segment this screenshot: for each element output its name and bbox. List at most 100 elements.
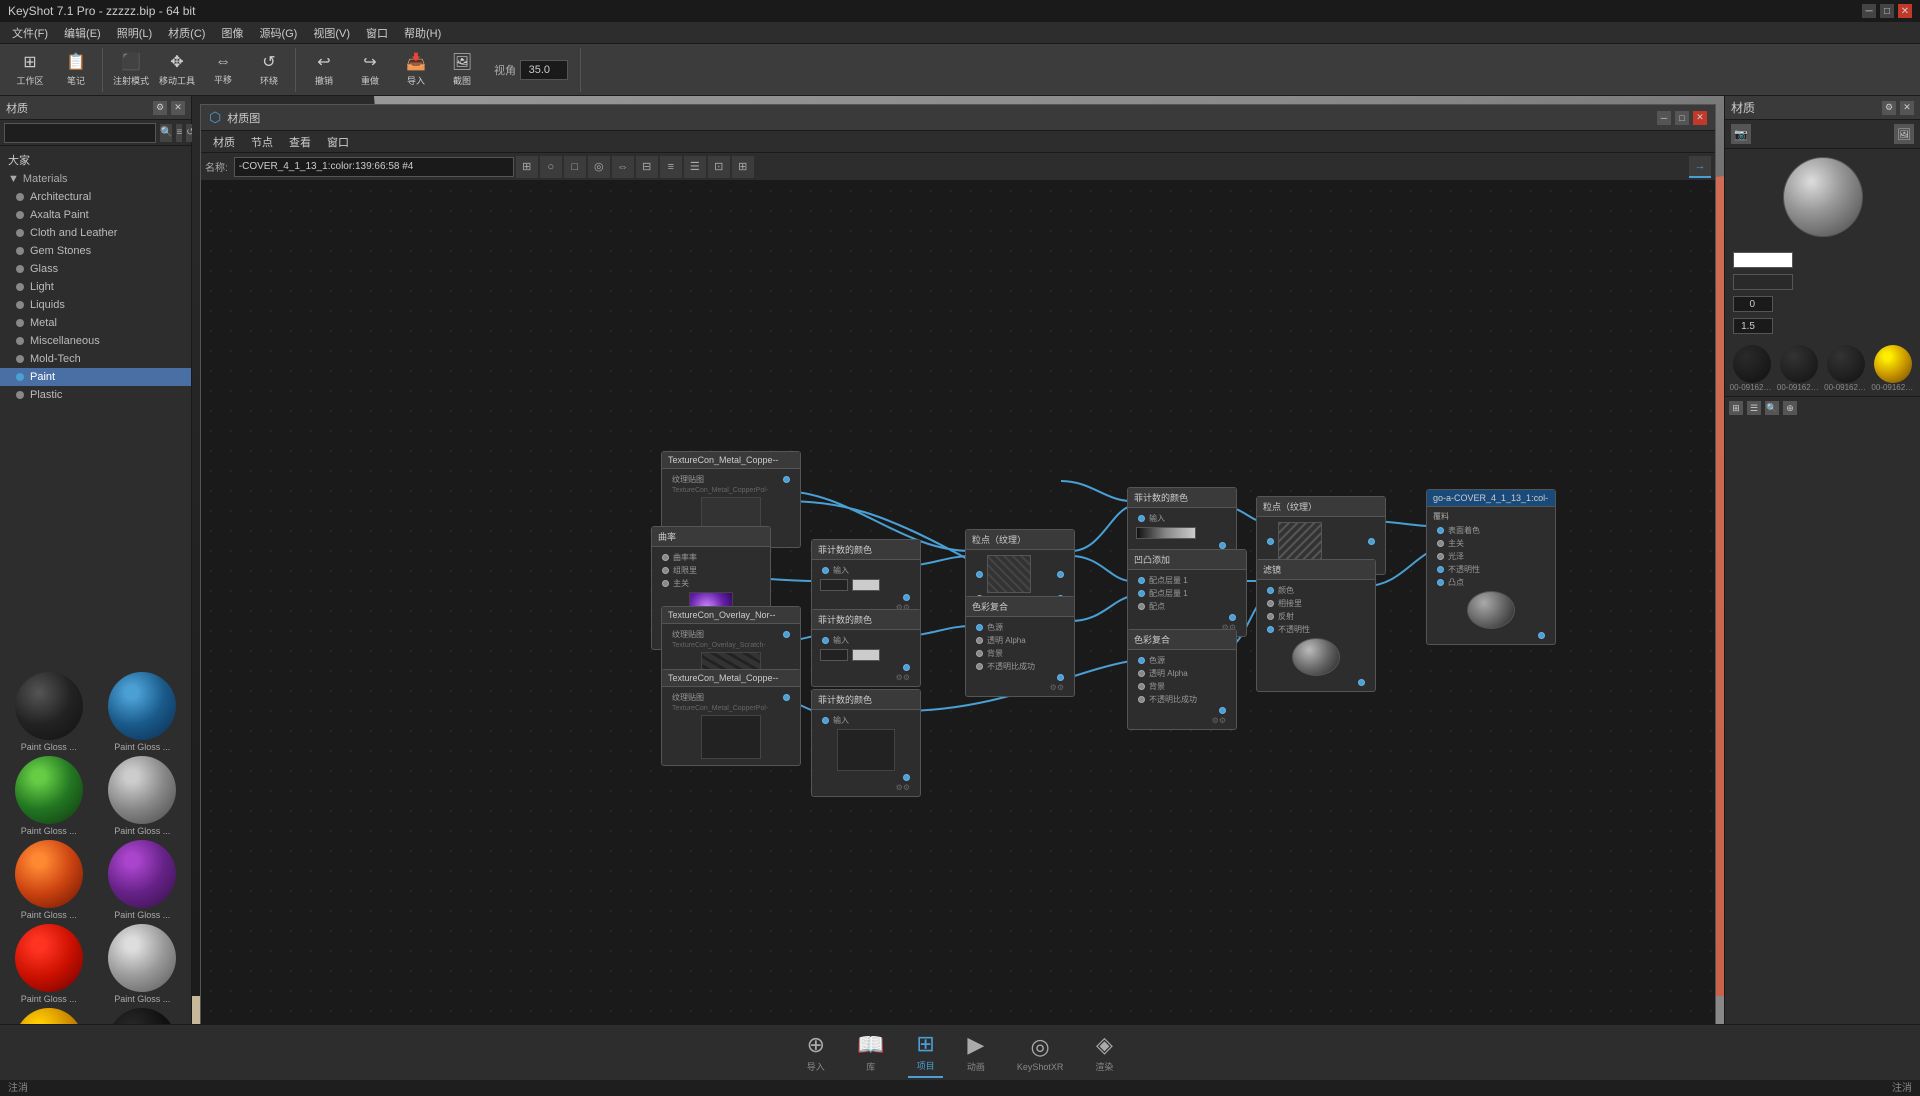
bottom-import-button[interactable]: ⊕ 导入 <box>799 1028 833 1077</box>
menu-edit[interactable]: 编辑(E) <box>56 23 109 43</box>
right-search-button[interactable]: 🔍 <box>1765 401 1779 415</box>
color-swatch-light[interactable] <box>852 649 880 661</box>
move-button[interactable]: ✥ 移动工具 <box>155 49 199 91</box>
node-multiply-1[interactable]: 色彩复合 色源 透明 Alpha 背景 <box>965 596 1075 697</box>
graph-maximize-button[interactable]: □ <box>1675 111 1689 125</box>
right-material-2[interactable]: 00-091627-... <box>1824 345 1869 392</box>
bottom-project-button[interactable]: ⊞ 项目 <box>908 1027 942 1078</box>
menu-view[interactable]: 视图(V) <box>305 23 358 43</box>
input-port[interactable] <box>822 637 829 644</box>
right-add-button[interactable]: ⊕ <box>1783 401 1797 415</box>
menu-lighting[interactable]: 照明(L) <box>109 23 160 43</box>
bottom-library-button[interactable]: 📖 库 <box>849 1028 892 1077</box>
right-grid-button[interactable]: ⊞ <box>1729 401 1743 415</box>
pan-button[interactable]: ⇔ 平移 <box>201 49 245 91</box>
material-item-6[interactable]: Paint Gloss ... <box>4 924 94 1004</box>
output-port[interactable] <box>1368 538 1375 545</box>
input-port[interactable] <box>976 637 983 644</box>
material-name-input[interactable] <box>234 157 514 177</box>
material-item-5[interactable]: Paint Gloss ... <box>98 840 188 920</box>
zoom-input[interactable] <box>520 60 568 80</box>
material-item-4[interactable]: Paint Gloss ... <box>4 840 94 920</box>
menu-image[interactable]: 图像 <box>213 23 251 43</box>
workspace-button[interactable]: ⊞ 工作区 <box>8 49 52 91</box>
input-port[interactable] <box>1437 579 1444 586</box>
color-swatch-dark[interactable] <box>820 579 848 591</box>
graph-tb-square-button[interactable]: □ <box>564 156 586 178</box>
color-swatch-light[interactable] <box>852 579 880 591</box>
node-fresnel-color-3[interactable]: 菲计数的颜色 输入 <box>811 609 921 687</box>
output-port[interactable] <box>783 694 790 701</box>
right-panel-settings-button[interactable]: ⚙ <box>1882 101 1896 115</box>
graph-tb-select-button[interactable]: ⊞ <box>732 156 754 178</box>
output-port[interactable] <box>783 476 790 483</box>
node-texture-3[interactable]: TextureCon_Metal_Coppe-- 纹理贴图 TextureCon… <box>661 669 801 766</box>
output-port[interactable] <box>783 631 790 638</box>
graph-close-button[interactable]: ✕ <box>1693 111 1707 125</box>
input-port[interactable] <box>1138 603 1145 610</box>
tree-materials-expand[interactable]: ▼ Materials <box>0 170 191 188</box>
material-item-2[interactable]: Paint Gloss ... <box>4 756 94 836</box>
bottom-render-button[interactable]: ◈ 渲染 <box>1087 1028 1121 1077</box>
input-port[interactable] <box>1437 566 1444 573</box>
input-port[interactable] <box>976 663 983 670</box>
output-port[interactable] <box>903 774 910 781</box>
input-port[interactable] <box>822 567 829 574</box>
white-color-swatch[interactable] <box>1733 252 1793 268</box>
output-port[interactable] <box>1538 632 1545 639</box>
graph-menu-nodes[interactable]: 节点 <box>243 132 281 152</box>
graph-tb-list-button[interactable]: ≡ <box>660 156 682 178</box>
menu-help[interactable]: 帮助(H) <box>396 23 449 43</box>
material-item-7[interactable]: Paint Gloss ... <box>98 924 188 1004</box>
node-multiply-2[interactable]: 色彩复合 色源 透明 Alpha 背景 <box>1127 629 1237 730</box>
input-port[interactable] <box>1138 515 1145 522</box>
input-port[interactable] <box>1138 696 1145 703</box>
sidebar-item-axalta-paint[interactable]: Axalta Paint <box>0 206 191 224</box>
graph-tb-pan-button[interactable]: ⇔ <box>612 156 634 178</box>
input-port[interactable] <box>822 717 829 724</box>
graph-tb-ring-button[interactable]: ◎ <box>588 156 610 178</box>
undo-button[interactable]: ↩ 撤销 <box>302 49 346 91</box>
screenshot-button[interactable]: 🖼 截图 <box>440 49 484 91</box>
input-port[interactable] <box>662 567 669 574</box>
material-graph-canvas[interactable]: TextureCon_Metal_Coppe-- 纹理贴图 TextureCon… <box>201 181 1715 1067</box>
injection-button[interactable]: ⬛ 注射模式 <box>109 49 153 91</box>
menu-window[interactable]: 窗口 <box>358 23 396 43</box>
color-swatch-dark[interactable] <box>820 649 848 661</box>
input-port[interactable] <box>976 571 983 578</box>
input-port[interactable] <box>1437 540 1444 547</box>
graph-tb-list2-button[interactable]: ☰ <box>684 156 706 178</box>
bottom-keyshotxr-button[interactable]: ◎ KeyShotXR <box>1009 1030 1072 1076</box>
graph-tb-grid-button[interactable]: ⊞ <box>516 156 538 178</box>
sidebar-item-paint[interactable]: Paint <box>0 368 191 386</box>
input-port[interactable] <box>1138 657 1145 664</box>
right-material-1[interactable]: 00-091627-... <box>1776 345 1821 392</box>
maximize-button[interactable]: □ <box>1880 4 1894 18</box>
input-port[interactable] <box>976 650 983 657</box>
input-port[interactable] <box>1138 577 1145 584</box>
input-port[interactable] <box>1437 527 1444 534</box>
search-filter-button[interactable]: ≡ <box>176 124 182 142</box>
node-filter[interactable]: 滤镜 颜色 相接里 反射 <box>1256 559 1376 692</box>
search-input[interactable] <box>4 123 156 143</box>
graph-menu-material[interactable]: 材质 <box>205 132 243 152</box>
graph-minimize-button[interactable]: ─ <box>1657 111 1671 125</box>
node-fresnel-color-4[interactable]: 菲计数的颜色 输入 ⚙⚙ <box>811 689 921 797</box>
right-camera-button[interactable]: 📷 <box>1731 124 1751 144</box>
roughness-input[interactable] <box>1733 296 1773 312</box>
output-port[interactable] <box>903 664 910 671</box>
graph-menu-window[interactable]: 窗口 <box>319 132 357 152</box>
sidebar-item-plastic[interactable]: Plastic <box>0 386 191 404</box>
input-port[interactable] <box>1138 590 1145 597</box>
right-material-0[interactable]: 00-091627-... <box>1729 345 1774 392</box>
sidebar-item-light[interactable]: Light <box>0 278 191 296</box>
graph-tb-box-button[interactable]: ⊡ <box>708 156 730 178</box>
right-material-3[interactable]: 00-091627-... <box>1871 345 1916 392</box>
redo-button[interactable]: ↪ 重做 <box>348 49 392 91</box>
panel-settings-button[interactable]: ⚙ <box>153 101 167 115</box>
sidebar-item-gem-stones[interactable]: Gem Stones <box>0 242 191 260</box>
orbit-button[interactable]: ↺ 环绕 <box>247 49 291 91</box>
material-item-1[interactable]: Paint Gloss ... <box>98 672 188 752</box>
output-port[interactable] <box>1229 614 1236 621</box>
panel-close-button[interactable]: ✕ <box>171 101 185 115</box>
